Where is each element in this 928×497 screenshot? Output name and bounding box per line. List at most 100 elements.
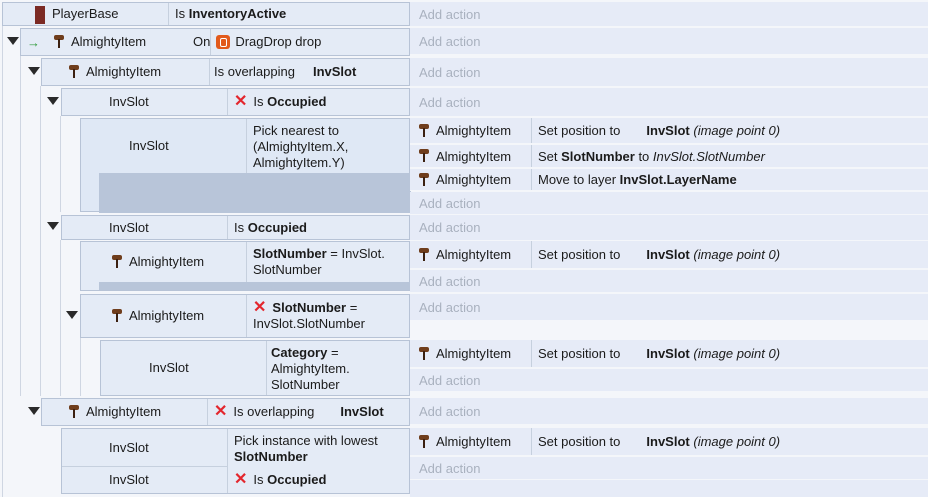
event-not-occupied[interactable]: InvSlot ✕ Is Occupied — [61, 88, 410, 116]
condition[interactable]: ✕ Is overlapping InvSlot — [208, 399, 384, 425]
collapse-toggle[interactable] — [28, 407, 40, 415]
condition[interactable]: Is Occupied — [228, 216, 307, 239]
event-occupied[interactable]: InvSlot Is Occupied — [61, 215, 410, 240]
event-root[interactable]: PlayerBase Is InventoryActive — [2, 2, 410, 26]
sprite-pin-icon — [53, 35, 65, 49]
event-slotnumber-equal[interactable]: AlmightyItem SlotNumber = InvSlot. SlotN… — [80, 241, 411, 291]
object-label: AlmightyItem — [436, 172, 512, 187]
condition[interactable]: Category = AlmightyItem. SlotNumber — [267, 341, 354, 395]
event-object[interactable]: InvSlot — [62, 467, 228, 493]
event-object[interactable]: InvSlot — [62, 216, 228, 239]
action-row[interactable]: AlmightyItem Move to layer InvSlot.Layer… — [410, 169, 928, 191]
action-object[interactable]: AlmightyItem — [410, 169, 532, 190]
cond-line: (AlmightyItem.X, — [253, 139, 349, 154]
collapse-toggle[interactable] — [47, 222, 59, 230]
add-action-button[interactable]: Add action — [410, 369, 928, 391]
add-action-button[interactable]: Add action — [410, 192, 928, 214]
sprite-pin-icon — [418, 346, 430, 361]
action-object[interactable]: AlmightyItem — [410, 428, 532, 455]
add-action-button[interactable]: Add action — [410, 58, 928, 86]
action-row[interactable]: AlmightyItem Set position to InvSlot (im… — [410, 340, 928, 368]
tree-line — [40, 86, 41, 396]
cond-target: InvSlot — [340, 404, 384, 419]
add-action-button[interactable]: Add action — [410, 28, 928, 54]
action-row[interactable]: AlmightyItem Set position to InvSlot (im… — [410, 428, 928, 456]
collapse-toggle[interactable] — [66, 311, 78, 319]
event-overlapping[interactable]: AlmightyItem Is overlapping InvSlot — [41, 58, 410, 86]
cond-text: = InvSlot. — [330, 246, 385, 261]
event-not-overlapping[interactable]: AlmightyItem ✕ Is overlapping InvSlot — [41, 398, 410, 426]
event-object[interactable]: InvSlot — [81, 119, 247, 173]
action-text[interactable]: Move to layer InvSlot.LayerName — [538, 169, 737, 190]
action-object[interactable]: AlmightyItem — [410, 118, 532, 143]
action-bold: SlotNumber — [561, 148, 635, 164]
event-object[interactable]: AlmightyItem — [101, 242, 247, 282]
event-category-equal[interactable]: InvSlot Category = AlmightyItem. SlotNum… — [100, 340, 410, 396]
add-action-button[interactable]: Add action — [410, 2, 928, 26]
event-pick-nearest[interactable]: InvSlot Pick nearest to (AlmightyItem.X,… — [80, 118, 411, 213]
collapse-toggle[interactable] — [47, 97, 59, 105]
event-dragdrop[interactable]: → AlmightyItem On DragDrop drop — [20, 28, 410, 56]
cond-bold: Occupied — [247, 219, 307, 235]
action-label: Set position to — [538, 123, 621, 138]
cond-text: SlotNumber — [253, 262, 322, 277]
cond-bold: InventoryActive — [188, 6, 287, 21]
action-row[interactable]: AlmightyItem Set position to InvSlot (im… — [410, 241, 928, 269]
add-action-button[interactable]: Add action — [410, 457, 928, 479]
group-color-swatch — [35, 6, 45, 24]
action-row[interactable]: AlmightyItem Set SlotNumber to InvSlot.S… — [410, 145, 928, 168]
event-object[interactable]: InvSlot — [62, 89, 228, 115]
sprite-pin-icon — [111, 309, 123, 323]
collapse-toggle[interactable] — [7, 37, 19, 45]
cond-text: SlotNumber — [271, 377, 340, 392]
event-object[interactable]: AlmightyItem — [101, 295, 247, 337]
event-slotnumber-not-equal[interactable]: AlmightyItem ✕ SlotNumber = InvSlot.SlotN… — [80, 294, 410, 338]
invert-x-icon: ✕ — [234, 93, 248, 110]
add-action-button[interactable]: Add action — [410, 215, 928, 240]
action-text[interactable]: Set position to InvSlot (image point 0) — [538, 118, 780, 143]
condition[interactable]: ✕ Is Occupied — [228, 467, 326, 493]
event-object[interactable]: PlayerBase — [47, 3, 169, 25]
action-label: Set position to — [538, 247, 621, 262]
action-text[interactable]: Set position to InvSlot (image point 0) — [538, 428, 780, 455]
event-object[interactable]: InvSlot — [101, 341, 267, 395]
sprite-pin-icon — [418, 434, 430, 449]
condition[interactable]: SlotNumber = InvSlot. SlotNumber — [247, 242, 391, 282]
action-bold: InvSlot.LayerName — [619, 172, 737, 187]
action-text[interactable]: Set SlotNumber to InvSlot.SlotNumber — [538, 145, 765, 167]
action-bold: InvSlot — [646, 434, 690, 449]
condition[interactable]: ✕ SlotNumber = InvSlot.SlotNumber — [247, 295, 371, 337]
object-label: InvSlot — [109, 219, 149, 235]
cond-bold: SlotNumber — [234, 449, 308, 464]
sprite-pin-icon — [68, 65, 80, 79]
action-object[interactable]: AlmightyItem — [410, 241, 532, 268]
event-object[interactable]: AlmightyItem — [62, 399, 208, 425]
condition[interactable]: On DragDrop drop — [187, 29, 321, 55]
action-label: to — [638, 148, 650, 164]
object-label: AlmightyItem — [86, 404, 162, 419]
tree-line — [20, 56, 21, 396]
condition[interactable]: Is overlapping InvSlot — [208, 59, 356, 85]
condition[interactable]: Is InventoryActive — [169, 3, 286, 25]
condition[interactable]: Pick nearest to (AlmightyItem.X, Almight… — [247, 119, 354, 173]
action-text[interactable]: Set position to InvSlot (image point 0) — [538, 340, 780, 367]
collapse-toggle[interactable] — [28, 67, 40, 75]
condition[interactable]: ✕ Is Occupied — [228, 89, 326, 115]
object-label: InvSlot — [109, 472, 149, 487]
add-action-button[interactable]: Add action — [410, 88, 928, 116]
tree-line — [60, 116, 61, 212]
action-italic: (image point 0) — [693, 346, 781, 361]
action-text[interactable]: Set position to InvSlot (image point 0) — [538, 241, 780, 268]
action-object[interactable]: AlmightyItem — [410, 340, 532, 367]
add-action-button[interactable]: Add action — [410, 294, 928, 320]
event-pick-lowest[interactable]: InvSlot Pick instance with lowest SlotNu… — [61, 428, 410, 494]
object-label: AlmightyItem — [436, 247, 512, 262]
condition[interactable]: Pick instance with lowest SlotNumber — [228, 429, 384, 467]
action-row[interactable]: AlmightyItem Set position to InvSlot (im… — [410, 118, 928, 144]
action-object[interactable]: AlmightyItem — [410, 145, 532, 167]
event-object[interactable]: AlmightyItem — [62, 59, 210, 85]
event-object[interactable]: InvSlot — [62, 429, 228, 467]
object-label: AlmightyItem — [436, 434, 512, 449]
add-action-button[interactable]: Add action — [410, 270, 928, 292]
add-action-button[interactable]: Add action — [410, 398, 928, 424]
